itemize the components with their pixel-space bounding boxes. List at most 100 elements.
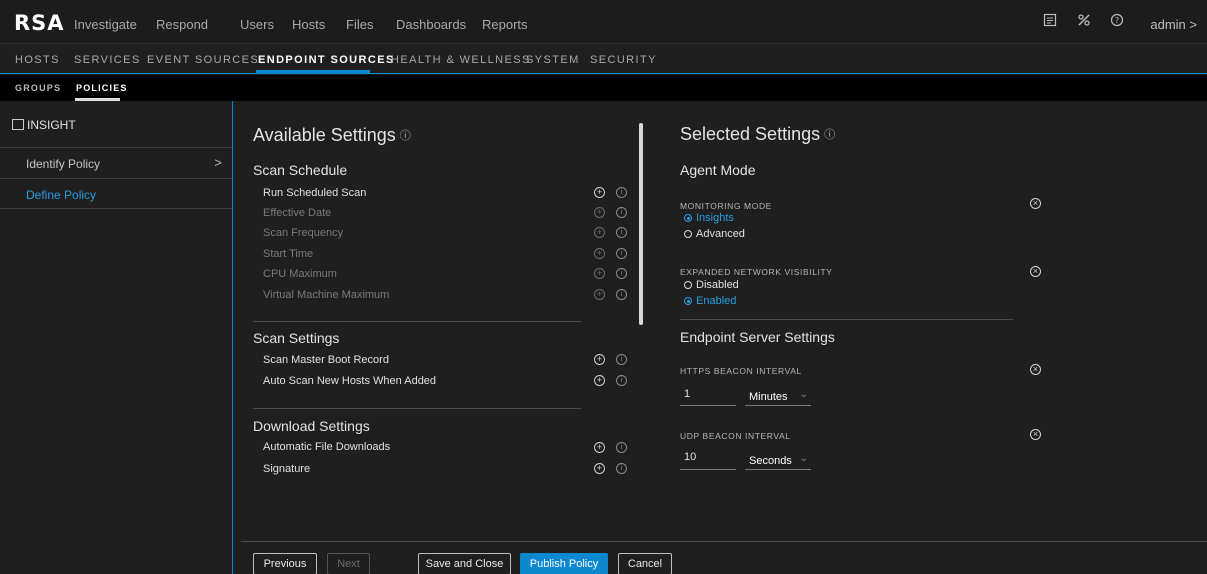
group-title: Scan Settings [253, 330, 340, 346]
group-title: Scan Schedule [253, 162, 348, 178]
add-setting-icon[interactable]: + [594, 187, 605, 198]
policy-type-label: INSIGHT [27, 118, 76, 132]
nav-files[interactable]: Files [346, 17, 373, 32]
select-value: Seconds [749, 455, 792, 467]
info-icon[interactable]: i [616, 442, 627, 453]
add-setting-icon[interactable]: + [594, 375, 605, 386]
policy-icon [12, 119, 24, 130]
radio-label: Disabled [696, 279, 739, 291]
top-navigation-bar: RSA Investigate Respond Users Hosts File… [0, 0, 1207, 44]
radio-label: Enabled [696, 295, 737, 307]
add-setting-icon: + [594, 227, 605, 238]
remove-setting-icon[interactable]: × [1030, 364, 1041, 375]
info-icon[interactable]: i [616, 268, 627, 279]
tab-policies[interactable]: POLICIES [76, 83, 128, 93]
help-icon[interactable]: ? [1108, 13, 1126, 31]
group-title: Download Settings [253, 418, 370, 434]
user-menu[interactable]: admin > [1150, 17, 1197, 32]
nav-users[interactable]: Users [240, 17, 274, 32]
tab-groups[interactable]: GROUPS [15, 83, 61, 93]
next-button: Next [327, 553, 370, 574]
available-settings-title: Available Settings ⓘ [253, 125, 411, 146]
group-divider [253, 321, 581, 322]
chevron-right-icon: > [214, 155, 222, 170]
rsa-logo[interactable]: RSA [14, 11, 65, 35]
add-setting-icon: + [594, 289, 605, 300]
info-icon[interactable]: i [616, 289, 627, 300]
tab-security[interactable]: SECURITY [590, 54, 657, 66]
agent-mode-title: Agent Mode [680, 162, 756, 178]
monitoring-mode-label: MONITORING MODE [680, 201, 772, 211]
cancel-button[interactable]: Cancel [618, 553, 672, 574]
setting-label: Scan Master Boot Record [263, 354, 389, 366]
remove-setting-icon[interactable]: × [1030, 198, 1041, 209]
nav-respond[interactable]: Respond [156, 17, 208, 32]
setting-label: Virtual Machine Maximum [263, 289, 390, 301]
tab-endpoint-sources[interactable]: ENDPOINT SOURCES [258, 54, 395, 66]
step-label: Define Policy [26, 188, 97, 202]
endpoint-subnav: GROUPS POLICIES [0, 75, 1207, 101]
add-setting-icon: + [594, 268, 605, 279]
admin-subnav: HOSTS SERVICES EVENT SOURCES ENDPOINT SO… [0, 45, 1207, 74]
info-icon[interactable]: i [616, 227, 627, 238]
info-icon[interactable]: i [616, 187, 627, 198]
https-beacon-input[interactable]: 1 [680, 386, 736, 406]
policy-wizard-steps: INSIGHT Identify Policy > Define Policy [0, 101, 233, 574]
group-divider [253, 408, 581, 409]
previous-button[interactable]: Previous [253, 553, 317, 574]
setting-label: CPU Maximum [263, 268, 337, 280]
nav-dashboards[interactable]: Dashboards [396, 17, 466, 32]
radio-label: Insights [696, 212, 734, 224]
field-value: 1 [684, 388, 691, 400]
active-tab-indicator [256, 70, 370, 73]
tab-hosts[interactable]: HOSTS [15, 54, 60, 66]
nav-reports[interactable]: Reports [482, 17, 528, 32]
udp-beacon-label: UDP BEACON INTERVAL [680, 431, 791, 441]
info-icon[interactable]: i [616, 207, 627, 218]
radio-advanced[interactable]: Advanced [684, 228, 745, 240]
https-beacon-label: HTTPS BEACON INTERVAL [680, 366, 802, 376]
radio-label: Advanced [696, 228, 745, 240]
udp-beacon-input[interactable]: 10 [680, 449, 736, 470]
setting-label: Run Scheduled Scan [263, 187, 367, 199]
tab-system[interactable]: SYSTEM [526, 54, 580, 66]
chevron-down-icon: ⌄ [799, 389, 808, 400]
nav-investigate[interactable]: Investigate [74, 17, 137, 32]
info-icon[interactable]: ⓘ [400, 130, 411, 142]
notes-icon[interactable] [1041, 13, 1059, 31]
info-icon[interactable]: i [616, 248, 627, 259]
remove-setting-icon[interactable]: × [1030, 266, 1041, 277]
selected-settings-label: Selected Settings [680, 124, 821, 144]
info-icon[interactable]: i [616, 375, 627, 386]
radio-insights[interactable]: Insights [684, 212, 734, 224]
add-setting-icon[interactable]: + [594, 442, 605, 453]
define-policy-panel: Available Settings ⓘ Scan Schedule Run Sc… [233, 101, 1207, 574]
step-identify-policy[interactable]: Identify Policy > [0, 147, 232, 178]
setting-label: Signature [263, 463, 311, 475]
tools-icon[interactable] [1075, 13, 1093, 31]
available-settings-scrollbar[interactable] [639, 123, 643, 325]
nav-hosts[interactable]: Hosts [292, 17, 325, 32]
select-value: Minutes [749, 391, 788, 403]
https-beacon-unit-select[interactable]: Minutes ⌄ [745, 386, 811, 406]
save-and-close-button[interactable]: Save and Close [418, 553, 511, 574]
tab-health-wellness[interactable]: HEALTH & WELLNESS [391, 54, 531, 66]
tab-event-sources[interactable]: EVENT SOURCES [147, 54, 259, 66]
info-icon[interactable]: i [616, 354, 627, 365]
step-define-policy[interactable]: Define Policy [0, 178, 232, 209]
add-setting-icon[interactable]: + [594, 354, 605, 365]
endpoint-server-title: Endpoint Server Settings [680, 329, 835, 345]
wizard-footer: Previous Next Save and Close Publish Pol… [241, 541, 1207, 574]
info-icon[interactable]: ⓘ [824, 129, 835, 141]
publish-policy-button[interactable]: Publish Policy [520, 553, 608, 574]
tab-services[interactable]: SERVICES [74, 54, 141, 66]
radio-disabled[interactable]: Disabled [684, 279, 739, 291]
remove-setting-icon[interactable]: × [1030, 429, 1041, 440]
add-setting-icon: + [594, 207, 605, 218]
info-icon[interactable]: i [616, 463, 627, 474]
add-setting-icon[interactable]: + [594, 463, 605, 474]
udp-beacon-unit-select[interactable]: Seconds ⌄ [745, 450, 811, 470]
selected-settings-title: Selected Settings ⓘ [680, 124, 835, 145]
step-label: Identify Policy [26, 157, 101, 171]
radio-enabled[interactable]: Enabled [684, 295, 736, 307]
